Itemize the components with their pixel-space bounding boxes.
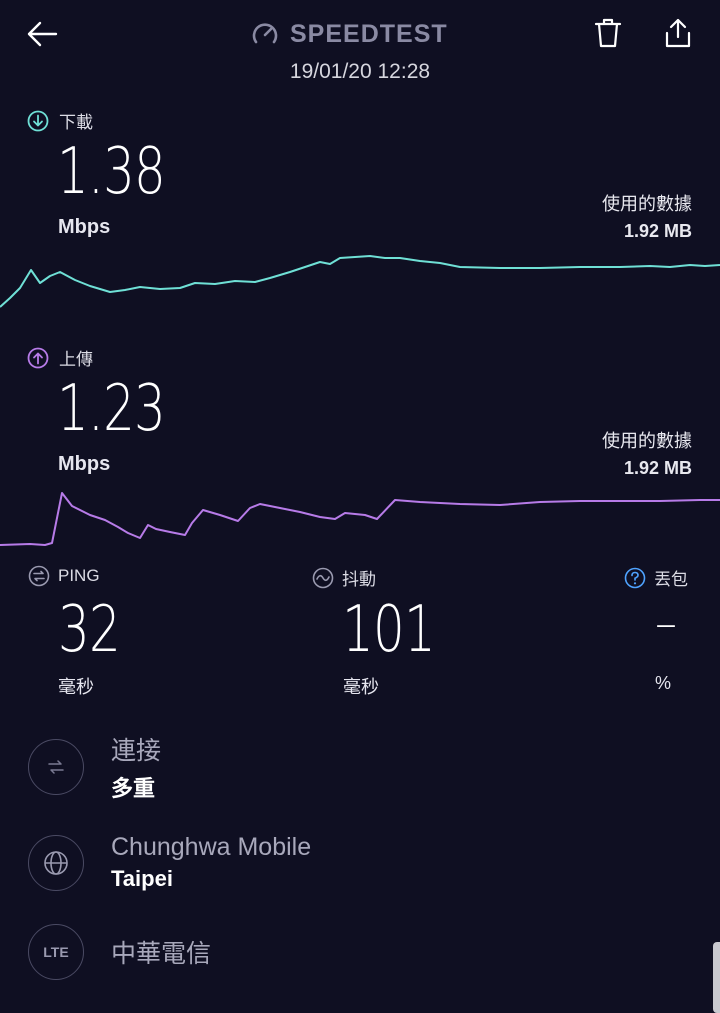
download-graph (0, 255, 720, 308)
download-arrow-icon (27, 110, 49, 131)
connection-row: 連接 多重 (28, 731, 161, 803)
arrow-left-icon (27, 21, 58, 47)
connection-icon-circle (28, 739, 84, 795)
packet-loss-unit: % (655, 673, 672, 693)
upload-label-text: 上傳 (59, 350, 93, 370)
upload-unit: Mbps (58, 453, 111, 475)
speedometer-icon (252, 23, 278, 44)
ping-unit: 毫秒 (58, 677, 94, 697)
connection-title: 連接 (111, 737, 162, 765)
upload-data-used-label: 使用的數據 (602, 431, 692, 451)
multi-connection-icon (48, 760, 64, 774)
jitter-label-text: 抖動 (342, 570, 376, 589)
download-label: 下載 (27, 108, 93, 133)
brand-title: SPEEDTEST (290, 19, 448, 48)
upload-graph-line (0, 492, 720, 546)
back-button[interactable] (20, 14, 64, 54)
jitter-label: 抖動 (312, 565, 376, 590)
upload-data-used-value: 1.92 MB (623, 458, 692, 478)
packet-loss-label[interactable]: 丟包 (624, 565, 688, 590)
jitter-unit: 毫秒 (343, 677, 379, 697)
network-carrier: 中華電信 (111, 940, 212, 968)
jitter-icon (312, 567, 334, 588)
provider-title: Chunghwa Mobile (111, 833, 312, 861)
ping-icon (28, 565, 50, 587)
test-timestamp: 19/01/20 12:28 (289, 60, 431, 83)
scroll-handle[interactable] (713, 942, 720, 1013)
network-badge-circle: LTE (28, 924, 84, 980)
provider-location: Taipei (111, 866, 173, 891)
download-label-text: 下載 (59, 113, 93, 133)
jitter-value: 101 (342, 593, 436, 667)
speedtest-brand: SPEEDTEST (250, 14, 480, 54)
packet-loss-label-text: 丟包 (654, 570, 688, 589)
upload-arrow-icon (27, 347, 49, 368)
upload-graph (0, 492, 720, 546)
share-button[interactable] (658, 12, 698, 54)
ping-label: PING (28, 565, 100, 587)
download-data-used-value: 1.92 MB (623, 221, 692, 241)
download-data-used-label: 使用的數據 (602, 194, 692, 214)
delete-button[interactable] (588, 12, 628, 54)
connection-value: 多重 (111, 776, 156, 801)
provider-row: Chunghwa Mobile Taipei (28, 833, 311, 892)
lte-badge: LTE (43, 944, 69, 960)
upload-speed-value: 1.23 (57, 372, 166, 446)
download-speed-value: 1.38 (57, 135, 166, 209)
download-graph-line (0, 255, 720, 308)
download-data-used: 使用的數據 1.92 MB (602, 190, 692, 242)
question-icon[interactable] (624, 567, 646, 589)
provider-icon-circle (28, 834, 84, 891)
download-unit: Mbps (58, 216, 111, 238)
share-icon (665, 18, 691, 48)
packet-loss-value: – (655, 598, 677, 649)
globe-icon (44, 850, 68, 875)
ping-value: 32 (58, 593, 121, 667)
upload-label: 上傳 (27, 345, 93, 370)
upload-data-used: 使用的數據 1.92 MB (602, 427, 692, 479)
ping-label-text: PING (58, 566, 100, 585)
network-row: LTE 中華電信 (28, 924, 211, 980)
trash-icon (594, 18, 622, 48)
